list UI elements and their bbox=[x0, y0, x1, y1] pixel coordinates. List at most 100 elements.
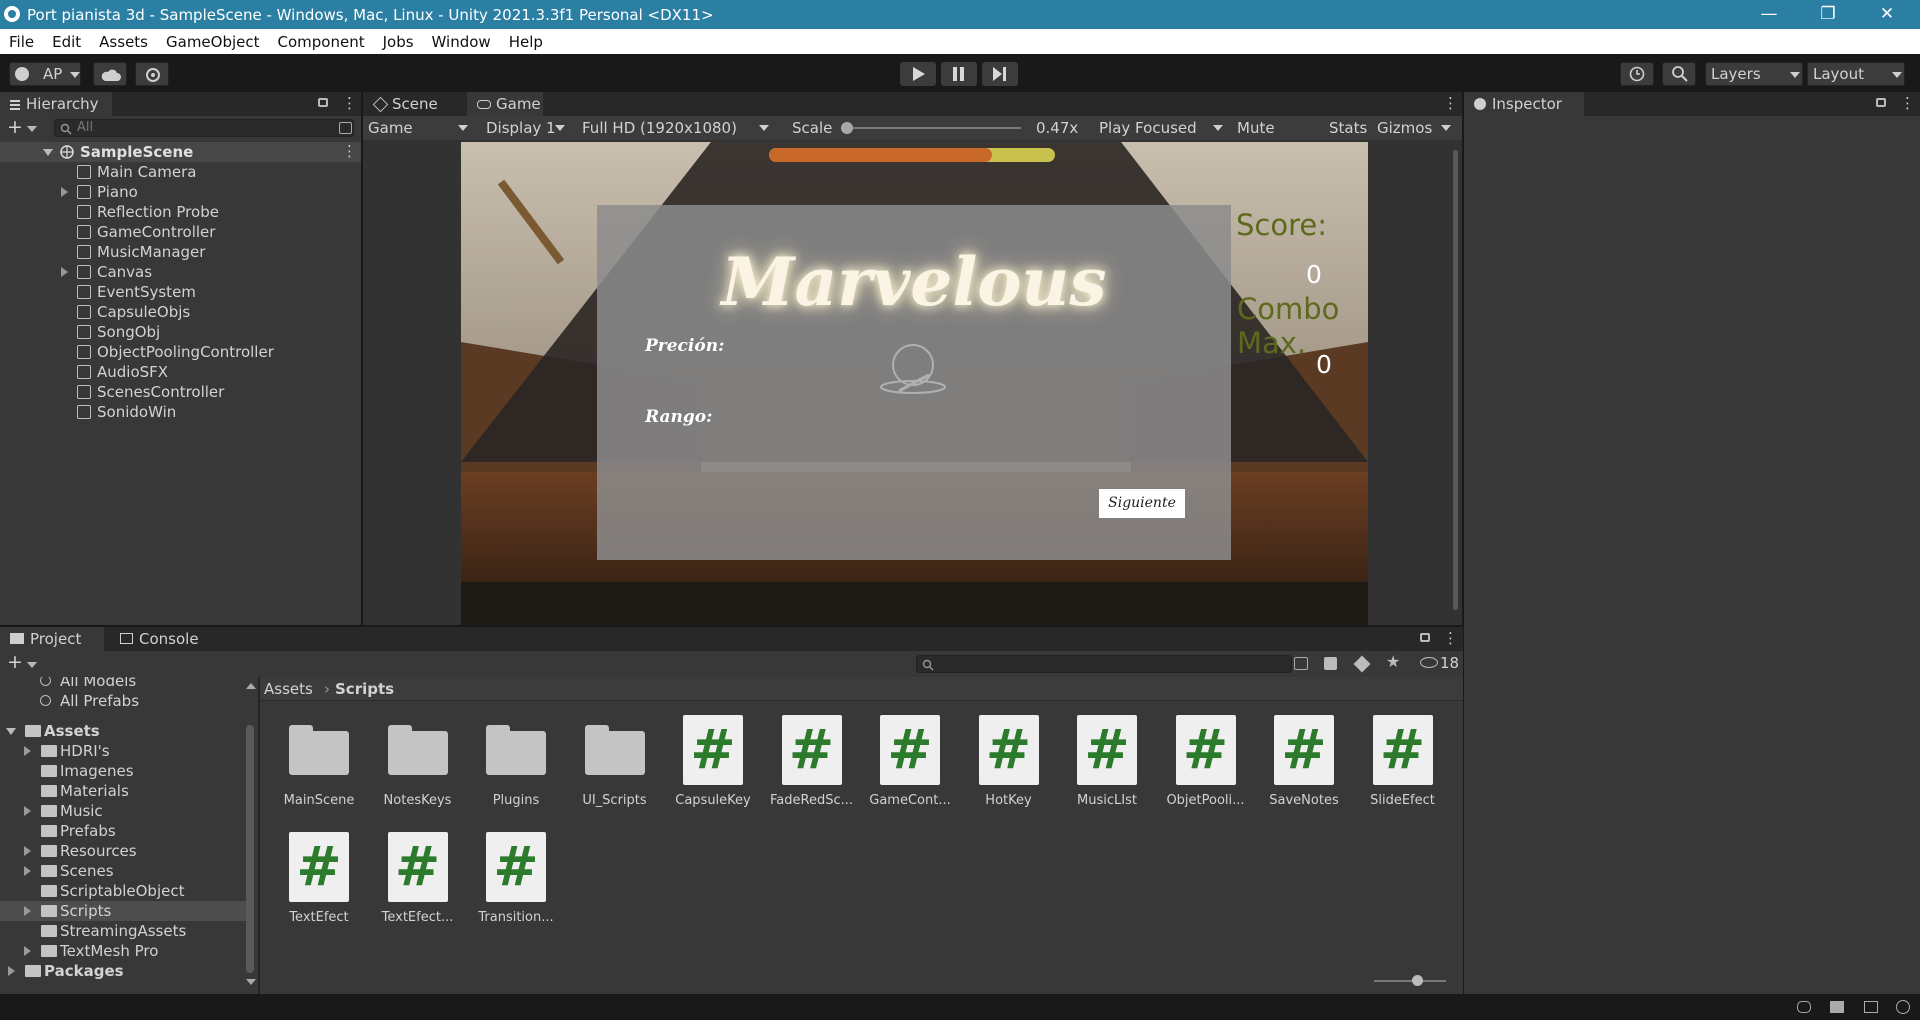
game-render[interactable]: Marvelous Preción: Rango: Siguiente Scor… bbox=[461, 142, 1368, 625]
layers-dropdown[interactable]: Layers bbox=[1705, 62, 1803, 86]
tree-item[interactable]: StreamingAssets bbox=[0, 921, 246, 941]
next-button[interactable]: Siguiente bbox=[1099, 489, 1185, 518]
search-scope-icon[interactable] bbox=[1294, 657, 1308, 670]
asset-item[interactable]: # GameCont... bbox=[860, 715, 960, 815]
history-button[interactable] bbox=[1620, 62, 1654, 86]
hierarchy-item[interactable]: SongObj bbox=[0, 322, 362, 342]
network-icon[interactable] bbox=[1864, 1001, 1878, 1013]
add-icon[interactable]: + bbox=[7, 116, 23, 138]
tree-item[interactable]: ScriptableObject bbox=[0, 881, 246, 901]
tree-item[interactable]: Scenes bbox=[0, 861, 246, 881]
scale-slider-thumb[interactable] bbox=[841, 122, 853, 134]
menu-component[interactable]: Component bbox=[278, 33, 365, 51]
expand-arrow-icon[interactable] bbox=[24, 806, 31, 816]
tree-scrollbar[interactable] bbox=[246, 725, 254, 973]
collab-button[interactable] bbox=[135, 62, 169, 86]
hierarchy-item[interactable]: AudioSFX bbox=[0, 362, 362, 382]
asset-item[interactable]: # ObjetPooli... bbox=[1156, 715, 1256, 815]
asset-item[interactable]: # FadeRedSc... bbox=[762, 715, 862, 815]
hierarchy-item[interactable]: EventSystem bbox=[0, 282, 362, 302]
tab-hierarchy[interactable]: Hierarchy bbox=[0, 92, 112, 116]
tree-item[interactable]: Music bbox=[0, 801, 246, 821]
expand-arrow-icon[interactable] bbox=[24, 946, 31, 956]
mute-audio-toggle[interactable]: Mute Audio bbox=[1232, 116, 1318, 161]
asset-item[interactable]: # SlideEfect bbox=[1353, 715, 1453, 815]
asset-item[interactable]: NotesKeys bbox=[368, 715, 468, 815]
hierarchy-item[interactable]: ObjectPoolingController bbox=[0, 342, 362, 362]
asset-item[interactable]: # TextEfect bbox=[269, 832, 369, 932]
filter-type-icon[interactable] bbox=[1324, 657, 1337, 670]
scene-row[interactable]: SampleScene ⋮ bbox=[0, 142, 362, 162]
tree-item[interactable]: Scripts bbox=[0, 901, 246, 921]
scene-more-icon[interactable]: ⋮ bbox=[342, 142, 357, 160]
add-caret-icon[interactable] bbox=[27, 126, 37, 132]
tab-inspector[interactable]: Inspector bbox=[1464, 92, 1584, 116]
tree-item[interactable]: HDRI's bbox=[0, 741, 246, 761]
restore-button[interactable]: ❐ bbox=[1805, 0, 1851, 29]
asset-item[interactable]: # SaveNotes bbox=[1254, 715, 1354, 815]
tree-item[interactable]: Imagenes bbox=[0, 761, 246, 781]
scale-slider[interactable] bbox=[841, 122, 1021, 134]
tree-item[interactable]: Materials bbox=[0, 781, 246, 801]
expand-arrow-icon[interactable] bbox=[24, 906, 31, 916]
add-caret-icon[interactable] bbox=[27, 662, 37, 668]
check-icon[interactable] bbox=[1896, 1000, 1910, 1014]
tab-project[interactable]: Project bbox=[0, 627, 104, 651]
layout-dropdown[interactable]: Layout bbox=[1807, 62, 1905, 86]
minimize-button[interactable]: — bbox=[1746, 0, 1792, 29]
expand-arrow-icon[interactable] bbox=[6, 728, 16, 735]
account-dropdown[interactable]: AP bbox=[9, 62, 81, 86]
hierarchy-search-input[interactable]: All bbox=[54, 119, 354, 137]
hierarchy-item[interactable]: Canvas bbox=[0, 262, 362, 282]
hierarchy-item[interactable]: ScenesController bbox=[0, 382, 362, 402]
hierarchy-item[interactable]: SonidoWin bbox=[0, 402, 362, 422]
game-more-icon[interactable]: ⋮ bbox=[1443, 94, 1458, 112]
add-icon[interactable]: + bbox=[7, 651, 23, 673]
hidden-packages-icon[interactable] bbox=[1420, 657, 1438, 668]
hierarchy-item[interactable]: Reflection Probe bbox=[0, 202, 362, 222]
gizmos-dropdown[interactable]: Gizmos bbox=[1372, 116, 1454, 140]
asset-item[interactable]: # TextEfect... bbox=[368, 832, 468, 932]
display-dropdown[interactable]: Display 1 bbox=[481, 116, 569, 140]
debug-icon[interactable] bbox=[1797, 1001, 1811, 1013]
asset-item[interactable]: Plugins bbox=[466, 715, 566, 815]
more-menu-icon[interactable]: ⋮ bbox=[1443, 629, 1458, 647]
lock-icon[interactable] bbox=[1876, 98, 1886, 107]
asset-item[interactable]: UI_Scripts bbox=[565, 715, 665, 815]
tree-item[interactable]: Prefabs bbox=[0, 821, 246, 841]
expand-arrow-icon[interactable] bbox=[24, 866, 31, 876]
pause-button[interactable] bbox=[941, 62, 977, 86]
play-button[interactable] bbox=[900, 62, 936, 86]
hierarchy-item[interactable]: GameController bbox=[0, 222, 362, 242]
favorite-item[interactable]: All Prefabs bbox=[0, 691, 240, 711]
asset-item[interactable]: # Transition... bbox=[466, 832, 566, 932]
project-search-input[interactable] bbox=[916, 655, 1292, 673]
resolution-dropdown[interactable]: Full HD (1920x1080) bbox=[577, 116, 773, 140]
filter-label-icon[interactable] bbox=[1353, 655, 1371, 673]
menu-edit[interactable]: Edit bbox=[52, 33, 81, 51]
cloud-button[interactable] bbox=[93, 62, 127, 86]
expand-arrow-icon[interactable] bbox=[61, 187, 68, 197]
tree-scroll-down-icon[interactable] bbox=[246, 979, 256, 985]
asset-item[interactable]: # HotKey bbox=[959, 715, 1059, 815]
asset-item[interactable]: # MusicLIst bbox=[1057, 715, 1157, 815]
hierarchy-item[interactable]: Main Camera bbox=[0, 162, 362, 182]
breadcrumb-scripts[interactable]: Scripts bbox=[335, 677, 394, 701]
play-mode-dropdown[interactable]: Play Focused bbox=[1094, 116, 1226, 140]
hierarchy-item[interactable]: MusicManager bbox=[0, 242, 362, 262]
asset-item[interactable]: MainScene bbox=[269, 715, 369, 815]
favorite-star-icon[interactable]: ★ bbox=[1386, 652, 1400, 671]
expand-arrow-icon[interactable] bbox=[61, 267, 68, 277]
search-button[interactable] bbox=[1662, 62, 1696, 86]
tab-scene[interactable]: Scene bbox=[363, 92, 459, 116]
menu-file[interactable]: File bbox=[9, 33, 34, 51]
more-menu-icon[interactable]: ⋮ bbox=[342, 94, 357, 112]
step-button[interactable] bbox=[982, 62, 1018, 86]
tab-console[interactable]: Console bbox=[110, 627, 210, 651]
layers-status-icon[interactable] bbox=[1830, 1001, 1844, 1013]
expand-arrow-icon[interactable] bbox=[24, 846, 31, 856]
breadcrumb-assets[interactable]: Assets bbox=[264, 677, 313, 701]
game-scrollbar[interactable] bbox=[1453, 150, 1458, 610]
stats-toggle[interactable]: Stats bbox=[1324, 116, 1367, 140]
expand-scene-icon[interactable] bbox=[43, 149, 53, 156]
